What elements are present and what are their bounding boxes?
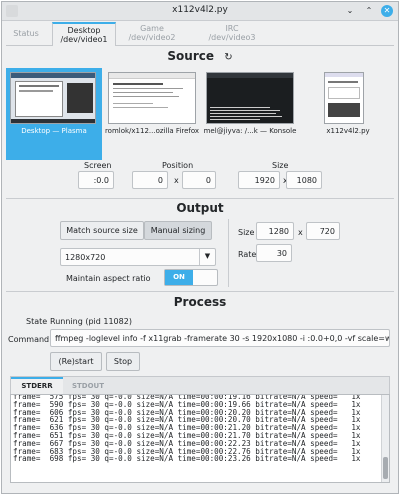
source-item-firefox[interactable]: romlok/x112...ozilla Firefox	[104, 68, 200, 160]
source-divider	[6, 198, 394, 199]
tab-game-label: Game	[140, 24, 164, 33]
screen-label: Screen	[84, 161, 112, 170]
restart-button[interactable]: (Re)start	[50, 352, 102, 371]
minimize-icon[interactable]: ⌄	[344, 5, 356, 17]
log-line: frame= 698 fps= 30 q=-0.0 size=N/A time=…	[13, 454, 361, 464]
tab-game[interactable]: Game /dev/video2	[120, 22, 184, 46]
tab-desktop[interactable]: Desktop /dev/video1	[52, 22, 116, 46]
source-height-input[interactable]: 1080	[286, 171, 322, 189]
source-item-x112v4l2[interactable]: x112v4l2.py	[314, 68, 390, 160]
tab-irc-device: /dev/video3	[208, 33, 256, 42]
size-label: Size	[272, 161, 289, 170]
manual-sizing-button[interactable]: Manual sizing	[144, 221, 212, 240]
source-item-label: Desktop — Plasma	[21, 127, 87, 135]
tab-stderr[interactable]: STDERR	[11, 377, 63, 395]
source-item-label: romlok/x112...ozilla Firefox	[104, 127, 200, 135]
device-tabs: Status Desktop /dev/video1 Game /dev/vid…	[6, 22, 394, 46]
firefox-thumbnail	[108, 72, 196, 124]
process-title: Process	[173, 295, 227, 309]
output-title: Output	[176, 201, 224, 215]
output-height-input[interactable]: 720	[306, 222, 340, 240]
konsole-thumbnail	[206, 72, 294, 124]
log-output[interactable]: frame= 575 fps= 30 q=-0.0 size=N/A time=…	[10, 394, 390, 483]
tab-desktop-device: /dev/video1	[60, 35, 108, 44]
maximize-icon[interactable]: ⌃	[363, 5, 375, 17]
position-x-separator: x	[174, 176, 179, 185]
tab-irc[interactable]: IRC /dev/video3	[200, 22, 264, 46]
position-y-input[interactable]: 0	[182, 171, 216, 189]
tab-status-label: Status	[13, 29, 39, 38]
position-label: Position	[162, 161, 194, 170]
output-width-input[interactable]: 1280	[256, 222, 294, 240]
aspect-ratio-toggle[interactable]: ON	[164, 269, 218, 286]
aspect-ratio-label: Maintain aspect ratio	[66, 274, 151, 283]
source-item-label: mel@jiyva: /...k — Konsole	[203, 127, 297, 135]
output-size-label: Size	[238, 228, 255, 237]
source-item-konsole[interactable]: mel@jiyva: /...k — Konsole	[202, 68, 298, 160]
main-window: x112v4l2.py ⌄ ⌃ ✕ Status Desktop /dev/vi…	[1, 1, 399, 494]
close-icon[interactable]: ✕	[381, 5, 393, 17]
log-scrollbar-thumb[interactable]	[383, 457, 388, 479]
source-title: Source ↻	[2, 49, 398, 63]
aspect-ratio-toggle-on: ON	[165, 270, 193, 285]
refresh-icon[interactable]: ↻	[224, 52, 232, 63]
source-item-desktop[interactable]: Desktop — Plasma	[6, 68, 102, 160]
tab-game-device: /dev/video2	[128, 33, 176, 42]
log-tabs: STDERR STDOUT	[10, 376, 390, 395]
stop-button[interactable]: Stop	[106, 352, 140, 371]
x112v4l2-thumbnail	[324, 72, 364, 124]
state-value: Running (pid 11082)	[50, 317, 132, 326]
tab-desktop-label: Desktop	[67, 26, 101, 35]
window-title: x112v4l2.py	[172, 5, 228, 15]
rate-label: Rate	[238, 250, 257, 259]
command-input[interactable]: ffmpeg -loglevel info -f x11grab -framer…	[50, 329, 390, 347]
log-scrollbar[interactable]	[381, 395, 389, 482]
source-width-input[interactable]: 1920	[238, 171, 280, 189]
title-bar[interactable]: x112v4l2.py ⌄ ⌃ ✕	[2, 2, 398, 21]
source-title-text: Source	[167, 49, 215, 63]
resolution-select-value: 1280x720	[65, 253, 106, 262]
resolution-select[interactable]: 1280x720 ▼	[60, 248, 216, 266]
log-lines: frame= 575 fps= 30 q=-0.0 size=N/A time=…	[11, 395, 389, 464]
output-size-x-separator: x	[298, 228, 303, 237]
rate-input[interactable]: 30	[256, 244, 292, 262]
source-item-label: x112v4l2.py	[326, 127, 370, 135]
tab-irc-label: IRC	[225, 24, 239, 33]
state-label: State	[26, 317, 48, 326]
position-x-input[interactable]: 0	[132, 171, 168, 189]
desktop-thumbnail	[10, 72, 96, 124]
output-vertical-divider	[228, 219, 229, 287]
tab-status[interactable]: Status	[6, 22, 46, 46]
tab-stdout[interactable]: STDOUT	[65, 377, 111, 395]
command-label: Command	[8, 335, 50, 344]
chevron-down-icon[interactable]: ▼	[199, 249, 215, 265]
output-divider	[6, 291, 394, 292]
screen-input[interactable]: :0.0	[78, 171, 114, 189]
match-source-size-button[interactable]: Match source size	[60, 221, 144, 240]
